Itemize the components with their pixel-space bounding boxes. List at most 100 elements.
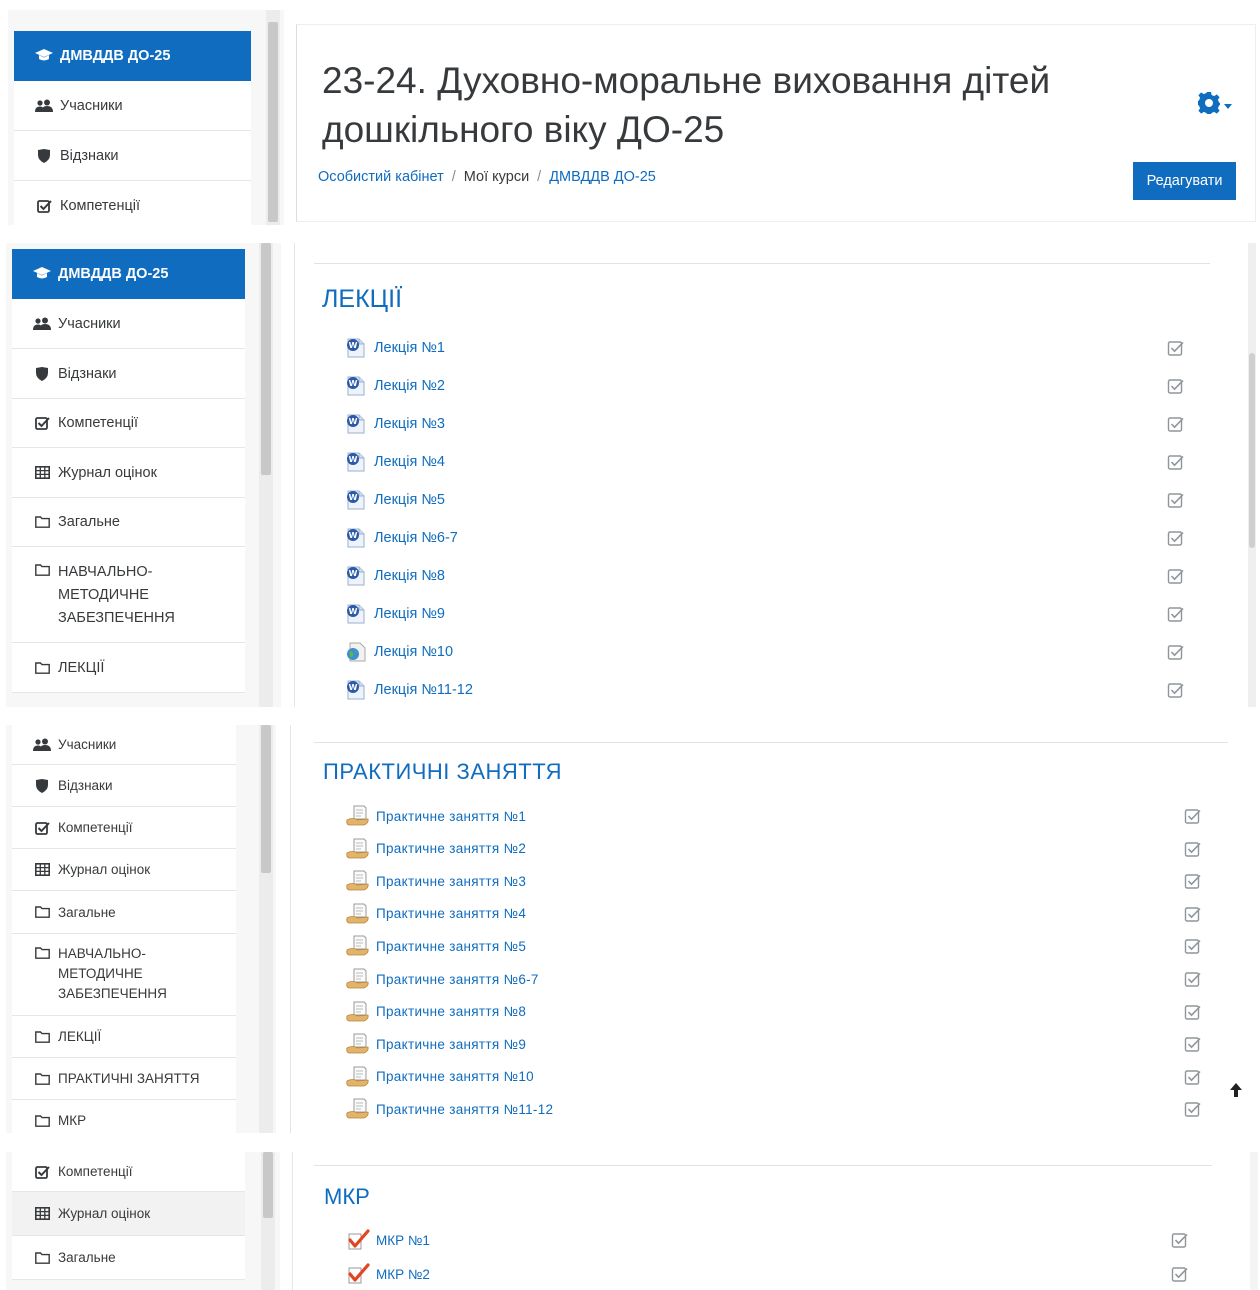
sidebar-scrollbar[interactable] — [261, 1152, 275, 1290]
completion-check-icon[interactable] — [1167, 491, 1185, 509]
activity-link[interactable]: Практичне заняття №9 — [376, 1037, 526, 1052]
completion-check-icon[interactable] — [1184, 872, 1202, 890]
activity-item[interactable]: W Лекція №6-7 — [344, 526, 458, 550]
breadcrumb-home[interactable]: Особистий кабінет — [318, 169, 444, 185]
sidebar-item-participants[interactable]: Учасники — [14, 81, 251, 131]
activity-link[interactable]: Практичне заняття №10 — [376, 1069, 534, 1084]
sidebar-item-participants[interactable]: Учасники — [12, 725, 236, 765]
activity-link[interactable]: Практичне заняття №6-7 — [376, 972, 539, 987]
activity-item[interactable]: Практичне заняття №4 — [346, 902, 526, 926]
scrollbar-thumb[interactable] — [261, 243, 271, 475]
activity-item[interactable]: W Лекція №4 — [344, 450, 445, 474]
scrollbar-thumb[interactable] — [1249, 353, 1255, 548]
sidebar-item-competencies[interactable]: Компетенції — [14, 181, 251, 225]
completion-check-icon[interactable] — [1184, 1035, 1202, 1053]
activity-link[interactable]: Лекція №2 — [374, 378, 445, 394]
arrow-up-icon[interactable] — [1228, 1082, 1244, 1098]
completion-check-icon[interactable] — [1184, 970, 1202, 988]
activity-link[interactable]: Лекція №3 — [374, 416, 445, 432]
sidebar-item-course[interactable]: ДМВДДВ ДО-25 — [12, 249, 245, 299]
activity-item[interactable]: Практичне заняття №9 — [346, 1032, 526, 1056]
sidebar-item-competencies[interactable]: Компетенції — [12, 1152, 245, 1192]
activity-link[interactable]: Лекція №9 — [374, 606, 445, 622]
sidebar-scrollbar[interactable] — [266, 10, 280, 225]
breadcrumb-current[interactable]: ДМВДДВ ДО-25 — [549, 169, 656, 185]
activity-link[interactable]: МКР №2 — [376, 1267, 430, 1282]
page-scrollbar[interactable] — [1248, 243, 1256, 707]
sidebar-item-competencies[interactable]: Компетенції — [12, 807, 236, 849]
sidebar-item-badges[interactable]: Відзнаки — [12, 349, 245, 399]
activity-link[interactable]: Практичне заняття №11-12 — [376, 1102, 553, 1117]
activity-item[interactable]: W Лекція №11-12 — [344, 678, 473, 702]
completion-check-icon[interactable] — [1167, 453, 1185, 471]
activity-link[interactable]: Практичне заняття №4 — [376, 906, 526, 921]
activity-link[interactable]: Практичне заняття №5 — [376, 939, 526, 954]
completion-check-icon[interactable] — [1184, 905, 1202, 923]
sidebar-item-general[interactable]: Загальне — [12, 891, 236, 934]
activity-link[interactable]: Лекція №6-7 — [374, 530, 458, 546]
activity-item[interactable]: Лекція №10 — [344, 640, 453, 664]
sidebar-item-lectures[interactable]: ЛЕКЦІЇ — [12, 643, 245, 693]
completion-check-icon[interactable] — [1184, 1068, 1202, 1086]
sidebar-item-general[interactable]: Загальне — [12, 498, 245, 547]
sidebar-item-badges[interactable]: Відзнаки — [14, 131, 251, 181]
activity-item[interactable]: МКР №2 — [346, 1262, 430, 1286]
sidebar-item-general[interactable]: Загальне — [12, 1236, 245, 1280]
completion-check-icon[interactable] — [1167, 643, 1185, 661]
activity-link[interactable]: Практичне заняття №3 — [376, 874, 526, 889]
completion-check-icon[interactable] — [1167, 415, 1185, 433]
activity-link[interactable]: Лекція №8 — [374, 568, 445, 584]
activity-item[interactable]: Практичне заняття №8 — [346, 1000, 526, 1024]
activity-link[interactable]: Практичне заняття №2 — [376, 841, 526, 856]
edit-button[interactable]: Редагувати — [1133, 162, 1236, 200]
completion-check-icon[interactable] — [1184, 840, 1202, 858]
sidebar-scrollbar[interactable] — [259, 243, 273, 707]
completion-check-icon[interactable] — [1167, 605, 1185, 623]
activity-item[interactable]: W Лекція №9 — [344, 602, 445, 626]
sidebar-item-participants[interactable]: Учасники — [12, 299, 245, 349]
completion-check-icon[interactable] — [1167, 681, 1185, 699]
scrollbar-thumb[interactable] — [261, 725, 271, 873]
sidebar-item-lectures[interactable]: ЛЕКЦІЇ — [12, 1016, 236, 1058]
sidebar-item-grades[interactable]: Журнал оцінок — [12, 448, 245, 498]
activity-item[interactable]: W Лекція №5 — [344, 488, 445, 512]
completion-check-icon[interactable] — [1167, 339, 1185, 357]
sidebar-item-course[interactable]: ДМВДДВ ДО-25 — [14, 31, 251, 81]
completion-check-icon[interactable] — [1184, 807, 1202, 825]
activity-link[interactable]: Практичне заняття №1 — [376, 809, 526, 824]
activity-item[interactable]: Практичне заняття №1 — [346, 804, 526, 828]
activity-item[interactable]: Практичне заняття №5 — [346, 934, 526, 958]
activity-item[interactable]: МКР №1 — [346, 1228, 430, 1252]
breadcrumb-my-courses[interactable]: Мої курси — [464, 169, 529, 185]
sidebar-item-methodical[interactable]: НАВЧАЛЬНО- МЕТОДИЧНЕ ЗАБЕЗПЕЧЕННЯ — [12, 934, 236, 1016]
completion-check-icon[interactable] — [1184, 937, 1202, 955]
activity-item[interactable]: Практичне заняття №10 — [346, 1065, 534, 1089]
activity-item[interactable]: Практичне заняття №11-12 — [346, 1097, 553, 1121]
completion-check-icon[interactable] — [1184, 1100, 1202, 1118]
page-scrollbar[interactable] — [1250, 1152, 1258, 1290]
sidebar-scrollbar[interactable] — [259, 725, 273, 1133]
activity-link[interactable]: Лекція №11-12 — [374, 682, 473, 698]
sidebar-item-practicals[interactable]: ПРАКТИЧНІ ЗАНЯТТЯ — [12, 1058, 236, 1100]
completion-check-icon[interactable] — [1167, 529, 1185, 547]
activity-link[interactable]: Лекція №4 — [374, 454, 445, 470]
sidebar-item-grades[interactable]: Журнал оцінок — [12, 1192, 245, 1236]
activity-link[interactable]: Лекція №5 — [374, 492, 445, 508]
activity-link[interactable]: Лекція №10 — [374, 644, 453, 660]
activity-item[interactable]: Практичне заняття №3 — [346, 869, 526, 893]
activity-item[interactable]: W Лекція №2 — [344, 374, 445, 398]
completion-check-icon[interactable] — [1167, 567, 1185, 585]
activity-item[interactable]: Практичне заняття №2 — [346, 837, 526, 861]
activity-link[interactable]: Лекція №1 — [374, 340, 445, 356]
completion-check-icon[interactable] — [1184, 1003, 1202, 1021]
completion-check-icon[interactable] — [1171, 1265, 1189, 1283]
completion-check-icon[interactable] — [1171, 1231, 1189, 1249]
activity-item[interactable]: Практичне заняття №6-7 — [346, 967, 539, 991]
sidebar-item-grades[interactable]: Журнал оцінок — [12, 849, 236, 891]
activity-item[interactable]: W Лекція №8 — [344, 564, 445, 588]
activity-link[interactable]: Практичне заняття №8 — [376, 1004, 526, 1019]
course-settings-menu[interactable] — [1198, 92, 1232, 119]
activity-item[interactable]: W Лекція №3 — [344, 412, 445, 436]
activity-link[interactable]: МКР №1 — [376, 1233, 430, 1248]
sidebar-item-badges[interactable]: Відзнаки — [12, 765, 236, 807]
